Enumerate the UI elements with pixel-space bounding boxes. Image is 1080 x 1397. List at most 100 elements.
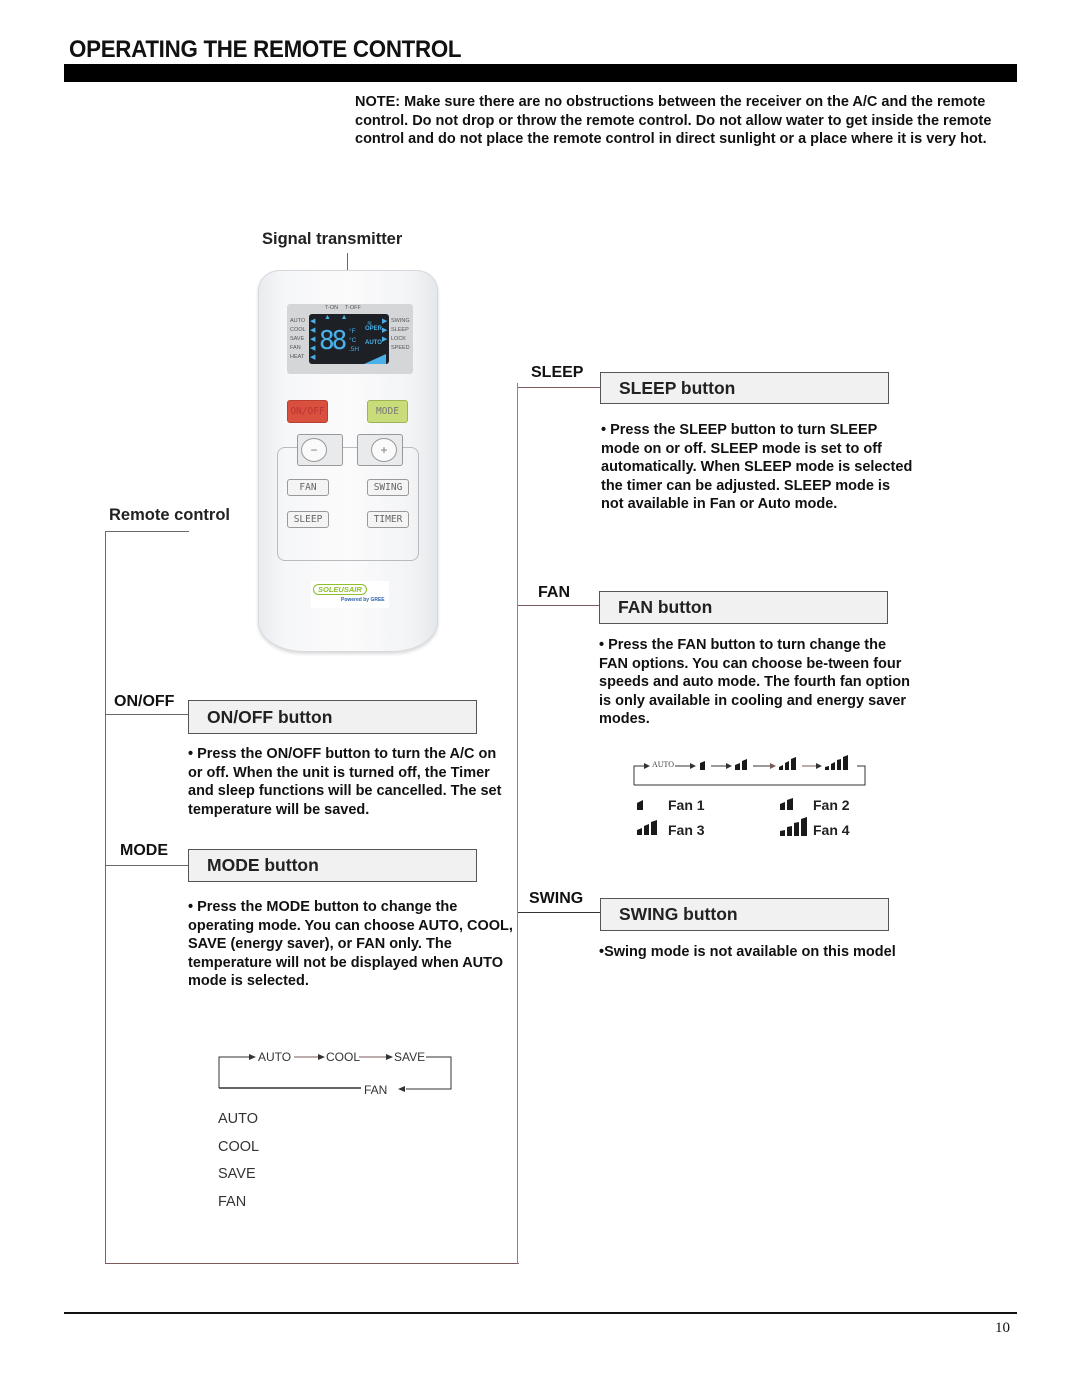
sleep-section-label: SLEEP [531, 364, 584, 381]
lcd-label-sleep: SLEEP [391, 327, 409, 333]
lcd-mode-save: SAVE [290, 336, 305, 342]
fan2-label: Fan 2 [813, 797, 850, 813]
swing-button-heading: SWING button [600, 898, 889, 931]
brand-logo: SOLEUSAIR Powered by GREE [311, 581, 389, 608]
remote-minus-button[interactable]: − [301, 438, 327, 462]
right-connector-line [517, 383, 518, 1264]
fan-description: • Press the FAN button to turn change th… [599, 637, 910, 727]
lcd-mode-heat: HEAT [290, 354, 305, 360]
fan-cycle-bar3c [791, 757, 796, 770]
lcd-unit-h: .5H [349, 346, 360, 353]
mode-description: • Press the MODE button to change the op… [188, 899, 513, 989]
lcd-timer-arrows: ▲ ▲ [324, 314, 348, 321]
fan1-icon [636, 797, 646, 815]
fan-flow-auto: AUTO [652, 760, 675, 769]
fan-section-label: FAN [538, 584, 570, 601]
remote-control-illustration: AUTO COOL SAVE FAN HEAT T-ON T-OFF ◀ ◀ ◀ ◀ ◀… [258, 270, 438, 652]
swing-section-label: SWING [529, 890, 584, 907]
mode-list-item: AUTO [218, 1111, 259, 1127]
mode-button-heading: MODE button [188, 849, 477, 882]
safety-note: NOTE: Make sure there are no obstruction… [355, 94, 992, 147]
mode-cycle-diagram: AUTO COOL SAVE FAN [218, 1050, 458, 1100]
mode-list-item: COOL [218, 1138, 260, 1155]
fan-cycle-bar4d [843, 755, 848, 770]
fan3-icon [636, 819, 660, 840]
fan-button-heading: FAN button [599, 591, 888, 624]
mode-flow-save: SAVE [394, 1050, 426, 1064]
onoff-description: • Press the ON/OFF button to turn the A/… [188, 746, 502, 818]
signal-transmitter-label: Signal transmitter [262, 230, 403, 248]
brand-subtitle: Powered by GREE [341, 597, 385, 603]
lcd-left-arrows: ◀ ◀ ◀ ◀ ◀ [310, 318, 316, 361]
mode-flow-cool: COOL [326, 1050, 361, 1064]
signal-icon: ≋ [367, 321, 373, 327]
fan2-icon [779, 797, 795, 815]
lcd-label-speed: SPEED [391, 345, 410, 351]
fan-leader [518, 605, 601, 606]
fan4-icon [779, 817, 809, 841]
remote-fan-button[interactable]: FAN [287, 479, 329, 496]
fan-speed-cycle-diagram: AUTO [633, 755, 868, 787]
onoff-button-heading: ON/OFF button [188, 700, 477, 734]
remote-onoff-button[interactable]: ON/OFF [287, 400, 328, 423]
lcd-mode-cool: COOL [290, 327, 306, 333]
remote-control-label: Remote control [109, 506, 231, 524]
lcd-unit-c: °C [349, 337, 357, 344]
title-bar [64, 64, 1017, 82]
mode-list-item: SAVE [218, 1166, 256, 1182]
onoff-section-label: ON/OFF [114, 693, 175, 710]
lcd-speed-bars [364, 351, 386, 369]
fan-cycle-bar4c [837, 759, 841, 770]
lcd-auto: AUTO [365, 340, 382, 346]
footer-rule [64, 1312, 1017, 1314]
lcd-screen: ◀ ◀ ◀ ◀ ◀ ▲ ▲ 88 °F °C .5H OPER AUTO ≋ ▶ ▶ ▶ [309, 314, 389, 364]
remote-mode-button[interactable]: MODE [367, 400, 408, 423]
mode-flow-fan: FAN [364, 1083, 388, 1097]
mode-list-item: FAN [218, 1193, 247, 1210]
sleep-description: • Press the SLEEP button to turn SLEEP m… [601, 422, 913, 512]
sleep-button-heading: SLEEP button [600, 372, 889, 404]
lcd-timer-off: T-OFF [345, 305, 361, 311]
lcd-units: °F °C .5H [349, 327, 359, 354]
swing-leader [518, 912, 601, 913]
mode-list: AUTO COOL SAVE FAN [218, 1106, 259, 1216]
onoff-leader [106, 714, 189, 715]
lcd-unit-f: °F [349, 328, 356, 335]
page-title: OPERATING THE REMOTE CONTROL [69, 36, 462, 63]
lcd-right-arrows: ▶ ▶ ▶ [382, 318, 388, 343]
mode-leader [106, 865, 189, 866]
fan-cycle-bar3b [785, 761, 789, 770]
page-number: 10 [995, 1320, 1010, 1336]
swing-description: •Swing mode is not available on this mod… [599, 944, 896, 960]
mode-flow-auto: AUTO [258, 1050, 292, 1064]
remote-timer-button[interactable]: TIMER [367, 511, 409, 528]
fan-cycle-bar1 [700, 761, 705, 770]
mode-section-label: MODE [120, 842, 168, 859]
lcd-left-modes: AUTO COOL SAVE FAN HEAT [290, 317, 306, 362]
fan-cycle-bar4b [831, 762, 835, 770]
left-connector-line [105, 531, 106, 1264]
lcd-mode-fan: FAN [290, 345, 301, 351]
remote-plus-button[interactable]: + [371, 438, 397, 462]
signal-transmitter-leader [347, 253, 348, 271]
brand-name: SOLEUSAIR [313, 584, 367, 595]
lcd-right-labels: SWING SLEEP LOCK SPEED [391, 317, 410, 353]
lcd-panel: AUTO COOL SAVE FAN HEAT T-ON T-OFF ◀ ◀ ◀ ◀ ◀… [287, 304, 413, 374]
remote-sleep-button[interactable]: SLEEP [287, 511, 329, 528]
fan-cycle-bar3 [779, 765, 783, 770]
lcd-label-swing: SWING [391, 318, 410, 324]
fan-cycle-bar2b [742, 759, 747, 770]
remote-leader-top [106, 531, 189, 532]
lcd-mode-auto: AUTO [290, 318, 306, 324]
fan3-label: Fan 3 [668, 822, 705, 838]
lcd-timer-on: T-ON [325, 305, 339, 311]
fan4-label: Fan 4 [813, 822, 850, 838]
fan-cycle-bar4 [825, 766, 829, 770]
lcd-digits: 88 [319, 326, 347, 356]
lcd-label-lock: LOCK [391, 336, 406, 342]
bottom-connector-line [105, 1263, 519, 1264]
sleep-leader [518, 387, 601, 388]
fan-cycle-bar2 [735, 763, 740, 770]
remote-swing-button[interactable]: SWING [367, 479, 409, 496]
fan1-label: Fan 1 [668, 797, 705, 813]
